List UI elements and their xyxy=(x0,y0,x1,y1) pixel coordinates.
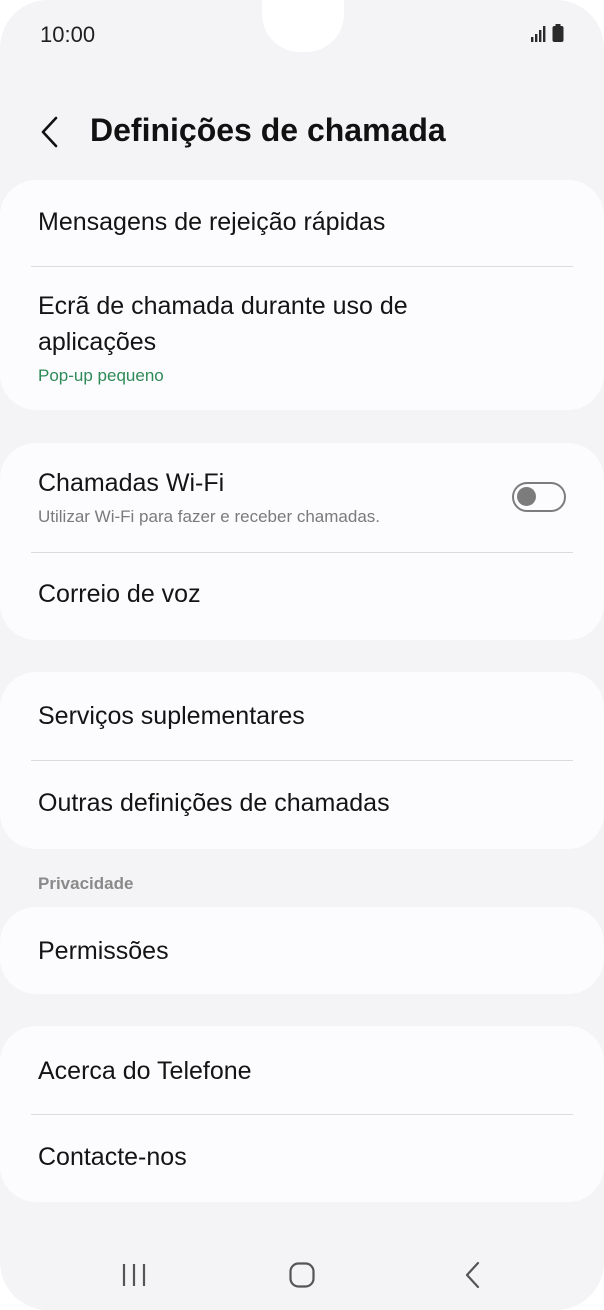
chevron-left-icon xyxy=(41,116,58,148)
quick-decline-messages-item[interactable]: Mensagens de rejeição rápidas xyxy=(0,180,604,266)
call-display-label-line2: aplicações xyxy=(38,328,157,356)
permissions-item[interactable]: Permissões xyxy=(0,907,604,994)
status-time: 10:00 xyxy=(40,22,96,47)
wifi-calling-label: Chamadas Wi-Fi xyxy=(38,469,225,497)
settings-group-2: Chamadas Wi-Fi Utilizar Wi-Fi para fazer… xyxy=(0,443,604,640)
other-call-settings-item[interactable]: Outras definições de chamadas xyxy=(0,760,604,848)
contact-us-label: Contacte-nos xyxy=(38,1143,187,1171)
screen: 10:00 Definições de chamada Mensagens de… xyxy=(0,0,604,1310)
call-display-value: Pop-up pequeno xyxy=(38,366,164,385)
back-icon xyxy=(465,1261,480,1289)
voicemail-label: Correio de voz xyxy=(38,580,201,608)
recents-button[interactable] xyxy=(104,1250,164,1300)
navigation-bar xyxy=(0,1240,604,1306)
wifi-calling-description: Utilizar Wi-Fi para fazer e receber cham… xyxy=(38,507,381,526)
status-bar: 10:00 xyxy=(0,0,604,70)
settings-group-privacy: Permissões xyxy=(0,907,604,994)
toggle-knob xyxy=(517,487,536,506)
wifi-calling-item[interactable]: Chamadas Wi-Fi Utilizar Wi-Fi para fazer… xyxy=(0,443,604,552)
wifi-calling-toggle[interactable] xyxy=(512,482,566,512)
supplementary-services-label: Serviços suplementares xyxy=(38,702,305,730)
recents-icon xyxy=(122,1264,146,1286)
about-phone-item[interactable]: Acerca do Telefone xyxy=(0,1026,604,1114)
contact-us-item[interactable]: Contacte-nos xyxy=(0,1114,604,1202)
status-icons xyxy=(530,24,564,42)
settings-group-3: Serviços suplementares Outras definições… xyxy=(0,672,604,849)
home-icon xyxy=(289,1262,315,1288)
signal-icon xyxy=(531,26,546,42)
voicemail-item[interactable]: Correio de voz xyxy=(0,552,604,640)
title-bar: Definições de chamada xyxy=(0,100,604,164)
page-title: Definições de chamada xyxy=(90,112,446,148)
section-header-privacy: Privacidade xyxy=(38,874,134,893)
call-display-label-line1: Ecrã de chamada durante uso de xyxy=(38,292,408,320)
settings-group-1: Mensagens de rejeição rápidas Ecrã de ch… xyxy=(0,180,604,410)
settings-group-5: Acerca do Telefone Contacte-nos xyxy=(0,1026,604,1202)
other-call-settings-label: Outras definições de chamadas xyxy=(38,789,390,817)
battery-icon xyxy=(552,24,564,42)
quick-decline-messages-label: Mensagens de rejeição rápidas xyxy=(38,208,386,236)
home-button[interactable] xyxy=(272,1250,332,1300)
permissions-label: Permissões xyxy=(38,937,169,965)
about-phone-label: Acerca do Telefone xyxy=(38,1057,252,1085)
call-display-item[interactable]: Ecrã de chamada durante uso de aplicaçõe… xyxy=(0,266,604,409)
back-nav-button[interactable] xyxy=(443,1250,503,1300)
back-button[interactable] xyxy=(30,108,70,156)
supplementary-services-item[interactable]: Serviços suplementares xyxy=(0,672,604,760)
